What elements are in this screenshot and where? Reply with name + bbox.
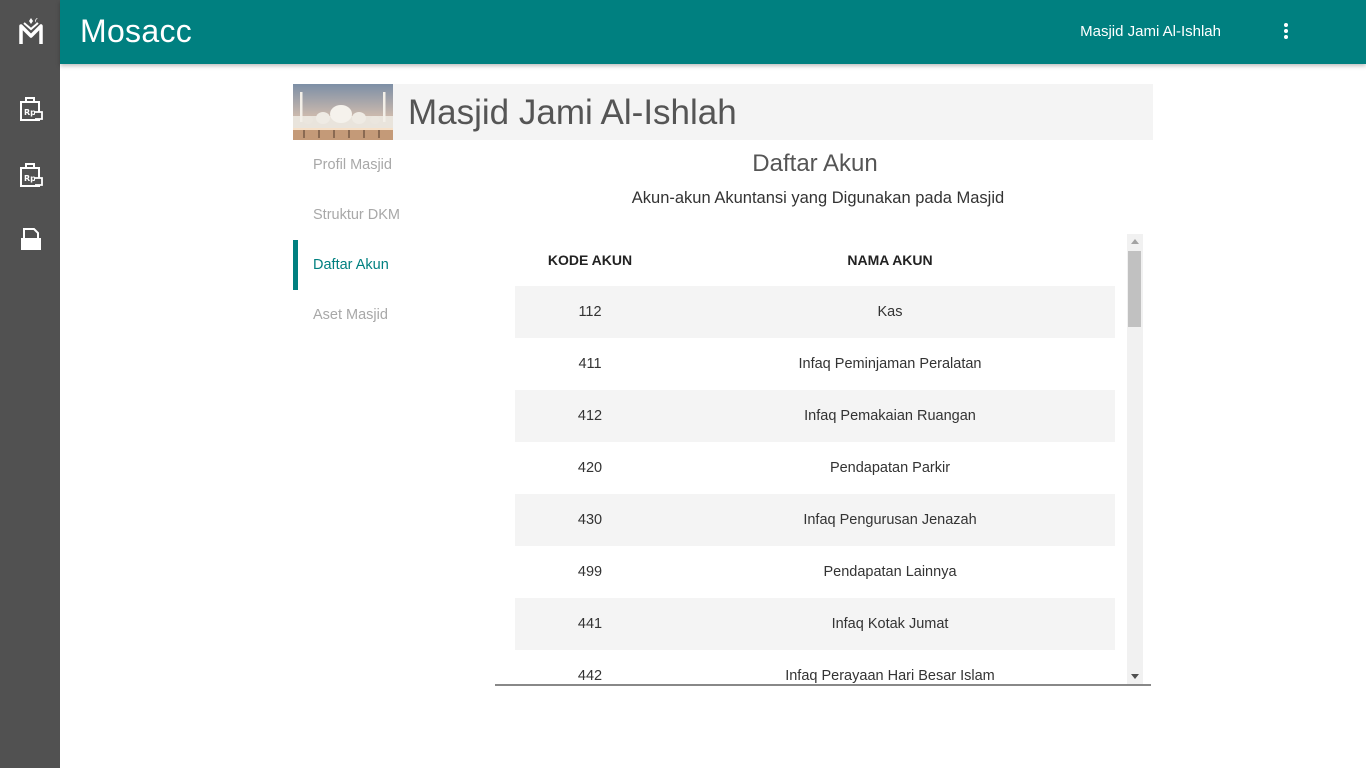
side-rail: Rp Rp [0, 0, 60, 768]
accounts-table: KODE AKUN NAMA AKUN 112 Kas 411 Infaq Pe… [495, 234, 1143, 684]
app-title[interactable]: Mosacc [80, 11, 192, 51]
page-title: Daftar Akun [752, 150, 878, 177]
account-name: Infaq Perayaan Hari Besar Islam [785, 668, 995, 684]
header-kode-akun: KODE AKUN [547, 252, 633, 268]
scrollbar-thumb[interactable] [1128, 251, 1141, 327]
tab-daftar-akun[interactable]: Daftar Akun [293, 240, 473, 290]
account-name: Pendapatan Parkir [829, 460, 951, 476]
account-name: Infaq Kotak Jumat [831, 616, 949, 632]
masjid-header: Masjid Jami Al-Ishlah [293, 84, 1153, 140]
masjid-name: Masjid Jami Al-Ishlah [408, 93, 737, 132]
scroll-up-icon[interactable] [1131, 239, 1139, 244]
account-name: Pendapatan Lainnya [823, 564, 957, 580]
account-code: 442 [577, 668, 603, 684]
side-tabs: Profil Masjid Struktur DKM Daftar Akun A… [293, 140, 473, 340]
svg-text:Rp: Rp [24, 174, 36, 183]
table-row: 442 Infaq Perayaan Hari Besar Islam [515, 650, 1115, 684]
account-code: 499 [577, 564, 603, 580]
account-name[interactable]: Masjid Jami Al-Ishlah [1080, 22, 1221, 42]
table-row: 430 Infaq Pengurusan Jenazah [515, 494, 1115, 546]
finance-report-icon[interactable]: Rp [18, 94, 44, 122]
table-row: 420 Pendapatan Parkir [515, 442, 1115, 494]
more-vert-icon[interactable] [1278, 22, 1294, 42]
top-app-bar: Mosacc Masjid Jami Al-Ishlah [60, 0, 1366, 64]
page-subtitle: Akun-akun Akuntansi yang Digunakan pada … [631, 189, 1005, 207]
table-scrollbar[interactable] [1127, 234, 1143, 684]
table-bottom-border [495, 684, 1151, 686]
table-row: 411 Infaq Peminjaman Peralatan [515, 338, 1115, 390]
account-code: 412 [577, 408, 603, 424]
table-row: 499 Pendapatan Lainnya [515, 546, 1115, 598]
account-code: 441 [577, 616, 603, 632]
table-row: 412 Infaq Pemakaian Ruangan [515, 390, 1115, 442]
scroll-down-icon[interactable] [1131, 674, 1139, 679]
account-code: 420 [577, 460, 603, 476]
logo-icon[interactable] [18, 16, 44, 46]
svg-text:Rp: Rp [24, 108, 36, 117]
account-name: Infaq Pemakaian Ruangan [804, 408, 976, 424]
account-name: Infaq Peminjaman Peralatan [798, 356, 982, 372]
tab-struktur-dkm[interactable]: Struktur DKM [293, 190, 473, 240]
account-name: Infaq Pengurusan Jenazah [803, 512, 977, 528]
print-icon[interactable] [18, 226, 44, 254]
header-nama-akun: NAMA AKUN [847, 252, 933, 268]
table-row: 112 Kas [515, 286, 1115, 338]
account-code: 411 [578, 356, 602, 372]
table-row: 441 Infaq Kotak Jumat [515, 598, 1115, 650]
account-code: 430 [577, 512, 603, 528]
account-name: Kas [877, 304, 903, 320]
account-code: 112 [578, 304, 602, 320]
tab-aset-masjid[interactable]: Aset Masjid [293, 290, 473, 340]
tab-profil-masjid[interactable]: Profil Masjid [293, 140, 473, 190]
table-header: KODE AKUN NAMA AKUN [515, 234, 1115, 286]
masjid-photo [293, 84, 393, 140]
finance-report-icon[interactable]: Rp [18, 160, 44, 188]
